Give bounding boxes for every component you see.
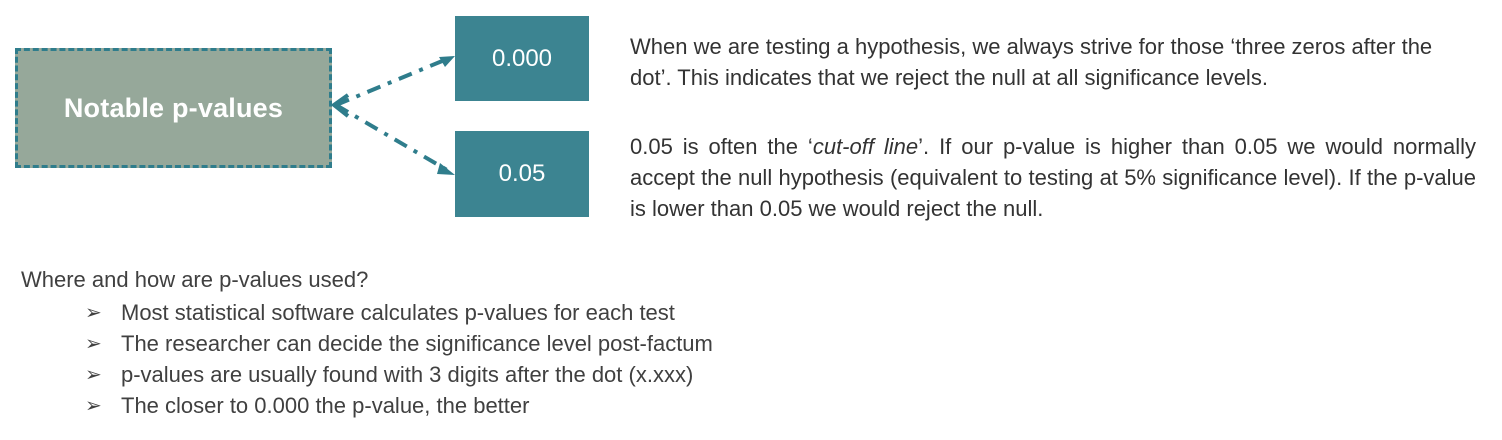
arrowhead-bullet-icon: ➢	[85, 302, 102, 324]
arrowhead-bullet-icon: ➢	[85, 333, 102, 355]
value-box-0-000: 0.000	[455, 16, 589, 101]
bullet-text: p-values are usually found with 3 digits…	[121, 361, 694, 387]
cut-off-line-emphasis: cut-off line	[812, 134, 919, 159]
arrow-to-top-value	[335, 57, 448, 107]
bullet-text: The closer to 0.000 the p-value, the bet…	[121, 392, 530, 418]
description-cut-off: 0.05 is often the ‘cut-off line’. If our…	[630, 131, 1476, 224]
list-item: ➢ The researcher can decide the signific…	[85, 328, 713, 359]
arrow-to-bottom-value	[334, 103, 449, 172]
arrowhead-bullet-icon: ➢	[85, 364, 102, 386]
list-item: ➢ The closer to 0.000 the p-value, the b…	[85, 390, 713, 421]
list-item: ➢ Most statistical software calculates p…	[85, 297, 713, 328]
main-box-label: Notable p-values	[63, 92, 284, 123]
description-cut-off-start: 0.05 is often the ‘	[630, 134, 813, 159]
usage-bullet-list: ➢ Most statistical software calculates p…	[85, 297, 713, 421]
arrowhead-bottom-icon	[437, 163, 455, 175]
usage-question: Where and how are p-values used?	[21, 267, 369, 292]
description-three-zeros: When we are testing a hypothesis, we alw…	[630, 34, 1433, 90]
bullet-text: The researcher can decide the significan…	[121, 330, 713, 356]
value-bottom-label: 0.05	[498, 160, 546, 187]
arrow-origin-chevron-icon	[330, 93, 350, 118]
bullet-text: Most statistical software calculates p-v…	[121, 299, 675, 325]
value-top-label: 0.000	[491, 44, 553, 72]
list-item: ➢ p-values are usually found with 3 digi…	[85, 359, 713, 390]
notable-p-values-box: Notable p-values	[15, 48, 332, 168]
arrowhead-top-icon	[439, 56, 455, 67]
arrowhead-bullet-icon: ➢	[85, 395, 102, 417]
value-box-0-05: 0.05	[455, 131, 589, 217]
